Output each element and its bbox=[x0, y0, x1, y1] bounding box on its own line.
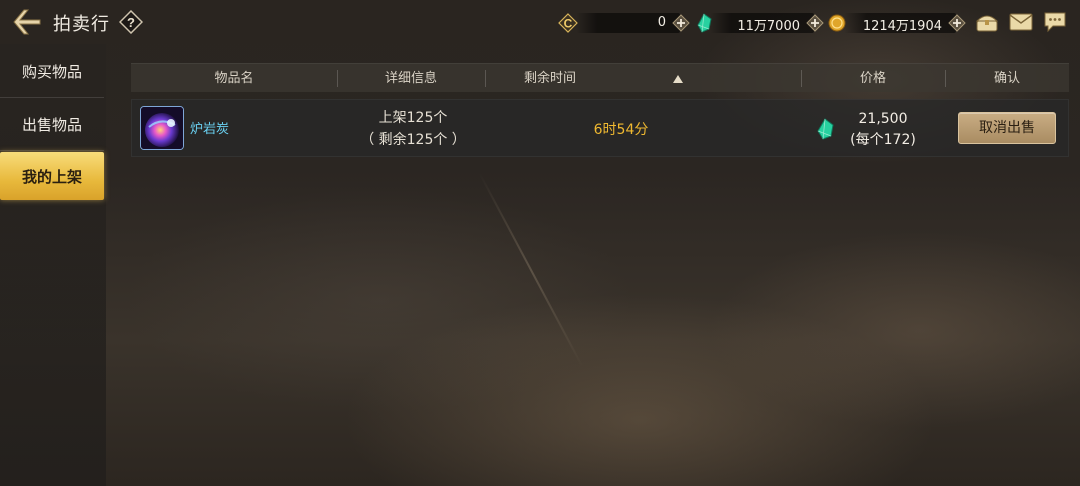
table-header: 物品名 详细信息 剩余时间 价格 确认 bbox=[131, 63, 1069, 92]
sort-asc-icon[interactable] bbox=[672, 74, 684, 84]
sidebar-item-label: 我的上架 bbox=[21, 167, 82, 186]
top-bar: 拍卖行 ? C 0 11万7000 1214万1904 bbox=[0, 0, 1080, 44]
column-header-confirm: 确认 bbox=[993, 71, 1020, 86]
svg-text:?: ? bbox=[127, 15, 135, 30]
sidebar-item-buy[interactable]: 购买物品 bbox=[0, 46, 104, 98]
chest-icon[interactable] bbox=[974, 11, 1000, 33]
sidebar-item-sell[interactable]: 出售物品 bbox=[0, 99, 104, 151]
column-header-label: 剩余时间 bbox=[523, 71, 576, 86]
resource-value: 0 bbox=[657, 15, 666, 30]
price-each: (每个172) bbox=[850, 132, 916, 148]
add-c-coin-button[interactable] bbox=[672, 14, 690, 32]
lava-coal-orb-icon bbox=[141, 107, 183, 149]
item-name: 炉岩炭 bbox=[190, 122, 230, 137]
sidebar-item-label: 购买物品 bbox=[21, 63, 82, 81]
help-icon: ? bbox=[118, 9, 144, 35]
column-header-details[interactable]: 详细信息 bbox=[337, 64, 485, 93]
back-button[interactable] bbox=[8, 6, 48, 38]
sidebar-item-my-listings[interactable]: 我的上架 bbox=[0, 152, 104, 200]
price-total: 21,500 bbox=[858, 111, 908, 127]
column-header-time-left[interactable]: 剩余时间 bbox=[485, 64, 619, 93]
chat-icon[interactable] bbox=[1043, 11, 1067, 33]
column-header-price[interactable]: 价格 bbox=[801, 64, 945, 93]
table-row[interactable]: 炉岩炭 上架125个 （ 剩余125个 ） 6时54分 21,500 (每个17… bbox=[131, 99, 1069, 157]
resource-gold-coin: 1214万1904 bbox=[828, 13, 966, 34]
back-arrow-icon bbox=[13, 9, 41, 35]
svg-text:C: C bbox=[564, 17, 573, 31]
sidebar: 购买物品 出售物品 我的上架 bbox=[0, 44, 106, 486]
add-gem-button[interactable] bbox=[806, 14, 824, 32]
time-remaining: 6时54分 bbox=[593, 122, 649, 138]
item-icon-lava-coal[interactable] bbox=[140, 106, 184, 150]
resource-value: 1214万1904 bbox=[862, 19, 942, 34]
listing-quantity: 上架125个 bbox=[378, 110, 448, 126]
page-title: 拍卖行 bbox=[53, 14, 110, 35]
help-button[interactable]: ? bbox=[118, 9, 144, 35]
mail-icon[interactable] bbox=[1009, 13, 1033, 31]
add-gold-button[interactable] bbox=[948, 14, 966, 32]
sidebar-item-label: 出售物品 bbox=[21, 116, 82, 134]
remaining-quantity: （ 剩余125个 ） bbox=[360, 132, 466, 148]
resource-green-gem: 11万7000 bbox=[696, 13, 824, 34]
column-header-item-name[interactable]: 物品名 bbox=[131, 64, 337, 93]
resource-value: 11万7000 bbox=[737, 19, 800, 34]
resource-c-coin: C 0 bbox=[558, 13, 690, 33]
cancel-sale-button[interactable]: 取消出售 bbox=[958, 112, 1056, 144]
c-coin-icon: C bbox=[558, 13, 578, 33]
